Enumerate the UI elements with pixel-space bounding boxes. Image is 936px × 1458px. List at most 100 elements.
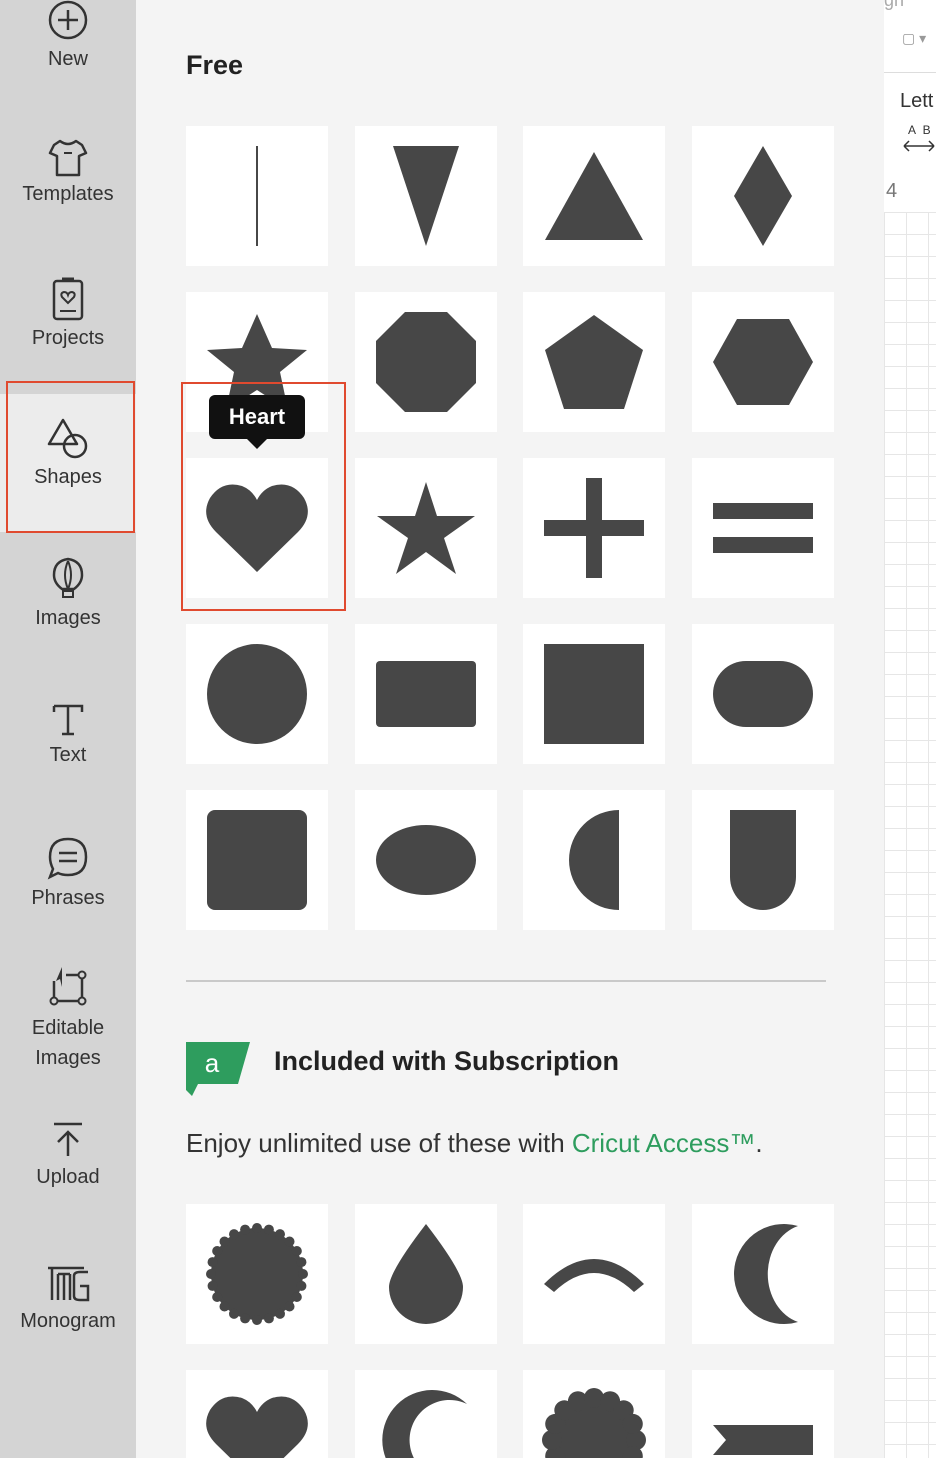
seal-tooth	[284, 1236, 295, 1247]
shape-inverted-triangle[interactable]	[355, 126, 497, 266]
seal-tooth	[291, 1292, 302, 1302]
octagon-icon	[376, 312, 476, 412]
shape-star[interactable]	[355, 458, 497, 598]
plus-shape-icon	[544, 478, 644, 578]
shape-equals[interactable]	[692, 458, 834, 598]
star-icon	[377, 482, 475, 574]
shape-water-drop[interactable]	[355, 1204, 497, 1344]
seal-tooth	[296, 1257, 307, 1268]
chevron-down-icon[interactable]: ▢ ▾	[902, 30, 926, 47]
seal-tooth	[206, 1269, 216, 1279]
shape-arc[interactable]	[523, 1204, 665, 1344]
seal-tooth	[229, 1308, 239, 1319]
nav-label: Editable Images	[31, 1017, 105, 1069]
monogram-icon	[48, 1266, 90, 1302]
shape-hexagon[interactable]	[692, 292, 834, 432]
equals-icon	[713, 503, 813, 553]
shape-plus[interactable]	[523, 458, 665, 598]
subscription-description: Enjoy unlimited use of these with Cricut…	[186, 1128, 763, 1159]
nav-phrases[interactable]: Phrases	[0, 835, 136, 935]
seal-tooth	[263, 1224, 274, 1235]
heart-2-icon	[206, 1396, 308, 1458]
shape-heart-2[interactable]	[186, 1370, 328, 1458]
shape-pentagon[interactable]	[523, 292, 665, 432]
subscription-desc-period: .	[755, 1128, 763, 1158]
circle-icon	[207, 644, 307, 744]
nav-label: Upload	[36, 1166, 100, 1188]
seal-tooth	[212, 1246, 223, 1256]
section-divider	[186, 980, 826, 982]
nav-label: Images	[35, 607, 101, 629]
seal-tooth	[252, 1223, 262, 1233]
shape-scalloped-circle[interactable]	[523, 1370, 665, 1458]
rectangle-icon	[376, 661, 476, 727]
diamond-icon	[734, 146, 792, 246]
shape-line[interactable]	[186, 126, 328, 266]
heart-selection-highlight	[181, 382, 346, 611]
shape-octagon[interactable]	[355, 292, 497, 432]
cricut-access-badge-icon: a	[186, 1042, 250, 1096]
seal-tooth	[263, 1313, 274, 1324]
rounded-square-icon	[207, 810, 307, 910]
shape-rounded-pill[interactable]	[692, 624, 834, 764]
letter-spacing-arrow-icon[interactable]	[902, 138, 936, 154]
left-sidebar: New Templates Projects Shapes Images Tex…	[0, 0, 136, 1458]
banner-ribbon-icon	[713, 1425, 813, 1455]
shape-ellipse[interactable]	[355, 790, 497, 930]
seal-tooth	[212, 1292, 223, 1302]
nav-label: Projects	[31, 327, 105, 349]
shape-shield-u[interactable]	[692, 790, 834, 930]
canvas-grid	[884, 212, 936, 1458]
design-canvas[interactable]: gn ▢ ▾ Lett A B 4	[884, 0, 936, 1458]
seal-tooth	[275, 1229, 285, 1240]
canvas-toolbar: gn ▢ ▾	[884, 0, 936, 73]
shape-square[interactable]	[523, 624, 665, 764]
nav-label: Phrases	[31, 887, 105, 909]
shirt-icon	[48, 139, 88, 177]
nav-editable-images[interactable]: Editable Images	[0, 963, 136, 1093]
inverted-triangle-icon	[393, 146, 459, 246]
upload-icon	[54, 1122, 82, 1156]
shape-crescent[interactable]	[355, 1370, 497, 1458]
shape-banner-ribbon[interactable]	[692, 1370, 834, 1458]
shape-diamond[interactable]	[692, 126, 834, 266]
shape-starburst-seal[interactable]	[186, 1204, 328, 1344]
nav-images[interactable]: Images	[0, 555, 136, 655]
nav-monogram[interactable]: Monogram	[0, 1262, 136, 1362]
line-shape-icon	[256, 146, 258, 246]
nav-text[interactable]: Text	[0, 700, 136, 800]
seal-tooth	[207, 1257, 218, 1268]
seal-tooth	[296, 1280, 307, 1291]
shield-u-icon	[730, 810, 796, 910]
shape-rectangle[interactable]	[355, 624, 497, 764]
letter-spacing-ab: A B	[908, 123, 933, 137]
shape-crescent-moon[interactable]	[692, 1204, 834, 1344]
seal-tooth	[240, 1313, 251, 1324]
seal-tooth	[240, 1224, 251, 1235]
half-circle-icon	[569, 810, 619, 910]
shape-half-circle[interactable]	[523, 790, 665, 930]
hexagon-icon	[713, 319, 813, 405]
subscription-section-heading: Included with Subscription	[274, 1046, 620, 1076]
cricut-access-link[interactable]: Cricut Access™	[572, 1128, 756, 1158]
nav-label: Monogram	[20, 1310, 116, 1332]
scalloped-circle-icon	[542, 1388, 646, 1458]
triangle-icon	[545, 152, 643, 240]
shape-triangle[interactable]	[523, 126, 665, 266]
nav-templates[interactable]: Templates	[0, 135, 136, 235]
nav-label: Templates	[22, 183, 114, 205]
toolbar-clipped-label: gn	[884, 0, 905, 10]
subscription-desc-text: Enjoy unlimited use of these with	[186, 1128, 572, 1158]
shape-circle[interactable]	[186, 624, 328, 764]
shapes-selection-highlight	[6, 381, 135, 533]
seal-tooth	[219, 1301, 230, 1312]
nav-upload[interactable]: Upload	[0, 1118, 136, 1218]
nav-new[interactable]: New	[0, 0, 136, 100]
badge-letter: a	[205, 1048, 220, 1078]
nav-label: New	[47, 48, 88, 70]
ruler-number: 4	[886, 180, 898, 202]
shape-rounded-square[interactable]	[186, 790, 328, 930]
nav-label: Text	[49, 744, 87, 766]
ellipse-icon	[376, 825, 476, 895]
nav-projects[interactable]: Projects	[0, 275, 136, 375]
